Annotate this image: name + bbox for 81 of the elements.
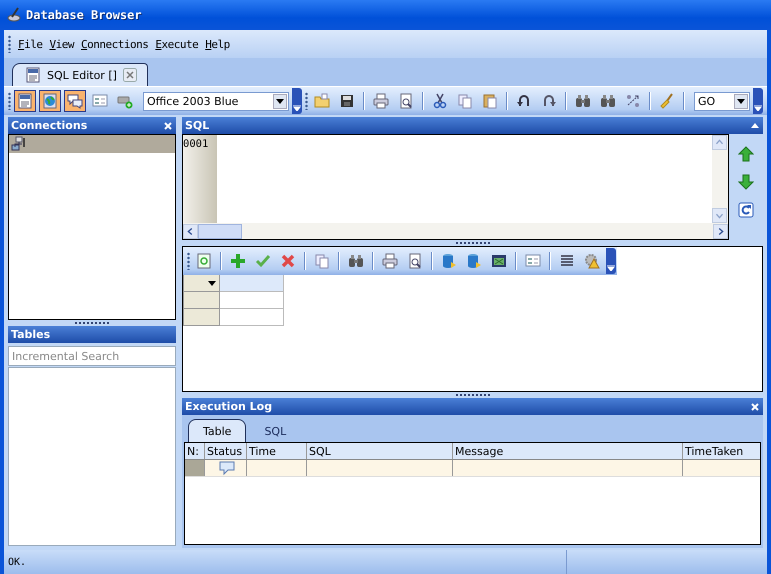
binoculars-icon (348, 253, 364, 269)
globe-button[interactable] (39, 90, 61, 112)
overflow-button[interactable] (292, 88, 302, 114)
gear-warning-icon (584, 253, 600, 269)
status-text: OK. (4, 550, 567, 574)
column-header[interactable]: SQL (307, 443, 453, 459)
grip-handle[interactable] (305, 92, 308, 110)
panel-title: Execution Log (185, 400, 272, 413)
sql-document-icon (17, 93, 33, 109)
copy-icon (314, 253, 330, 269)
checkmark-icon (255, 253, 271, 269)
scrollbar-thumb[interactable] (198, 224, 242, 238)
list-icon (559, 253, 575, 269)
menu-item[interactable]: View (50, 38, 74, 50)
paste-icon (482, 93, 498, 109)
broom-icon (659, 93, 675, 109)
folder-icon (314, 93, 330, 109)
menu-item[interactable]: Execute (155, 38, 198, 50)
grip-handle[interactable] (8, 92, 11, 110)
dropdown[interactable]: GO (694, 92, 750, 110)
caret-icon (208, 280, 216, 286)
dropdown[interactable]: Office 2003 Blue (143, 92, 289, 110)
caret-icon (754, 105, 762, 111)
menu-item[interactable]: File (18, 38, 42, 50)
down-arrow-icon[interactable] (738, 174, 754, 190)
refresh-icon[interactable] (738, 202, 754, 218)
form-icon (92, 93, 108, 109)
sql-document-button[interactable] (14, 90, 36, 112)
line-number: 0001 (183, 137, 210, 150)
column-header[interactable]: TimeTaken (683, 443, 760, 459)
close-icon (280, 253, 296, 269)
column-header[interactable]: N: (185, 443, 205, 459)
speech-bubbles-icon (67, 93, 83, 109)
scissors-icon (432, 93, 448, 109)
caret-icon (607, 265, 615, 271)
document-tab[interactable]: SQL Editor [] (12, 63, 148, 86)
image-icon (491, 253, 507, 269)
overflow-button[interactable] (606, 248, 616, 274)
printer-icon (373, 93, 389, 109)
grip-handle[interactable] (187, 252, 190, 270)
column-header[interactable]: Status (205, 443, 247, 459)
column-header[interactable]: Time (247, 443, 307, 459)
connection-item[interactable] (9, 135, 175, 153)
collapse-icon[interactable] (751, 123, 759, 128)
plus-icon (230, 253, 246, 269)
print-preview-icon (398, 93, 414, 109)
table-cell (220, 292, 284, 309)
print-preview-icon (407, 253, 423, 269)
close-icon[interactable] (122, 68, 137, 82)
table-cell (220, 309, 284, 326)
redo-icon (541, 93, 557, 109)
sql-document-icon (25, 67, 41, 83)
caret-icon (273, 94, 287, 108)
grid-corner-header[interactable] (183, 275, 220, 292)
tab[interactable]: Table (188, 419, 246, 442)
menu-item[interactable]: Help (205, 38, 230, 50)
printer-icon (382, 253, 398, 269)
copy-icon (457, 93, 473, 109)
overflow-button[interactable] (753, 88, 763, 114)
undo-icon (516, 93, 532, 109)
speech-bubbles-button[interactable] (64, 90, 86, 112)
binoculars-icon (600, 93, 616, 109)
panel-title: Tables (11, 328, 50, 341)
grip-handle[interactable] (8, 35, 11, 53)
tab[interactable]: SQL (250, 420, 300, 442)
caret-icon (734, 94, 748, 108)
panel-title: SQL (185, 119, 210, 132)
menu-item[interactable]: Connections (81, 38, 148, 50)
window-title: Database Browser (26, 8, 142, 22)
swap-icon (625, 93, 641, 109)
up-arrow-icon[interactable] (738, 146, 754, 162)
globe-icon (42, 93, 58, 109)
sql-editor[interactable]: 0001 (182, 134, 729, 240)
search-field[interactable]: Incremental Search (8, 346, 176, 366)
panel-title: Connections (11, 119, 88, 132)
form-icon (525, 253, 541, 269)
column-header[interactable]: Message (453, 443, 683, 459)
network-icon (11, 136, 27, 152)
scrollbar[interactable] (183, 223, 728, 239)
caret-icon (293, 105, 301, 111)
binoculars-icon (575, 93, 591, 109)
